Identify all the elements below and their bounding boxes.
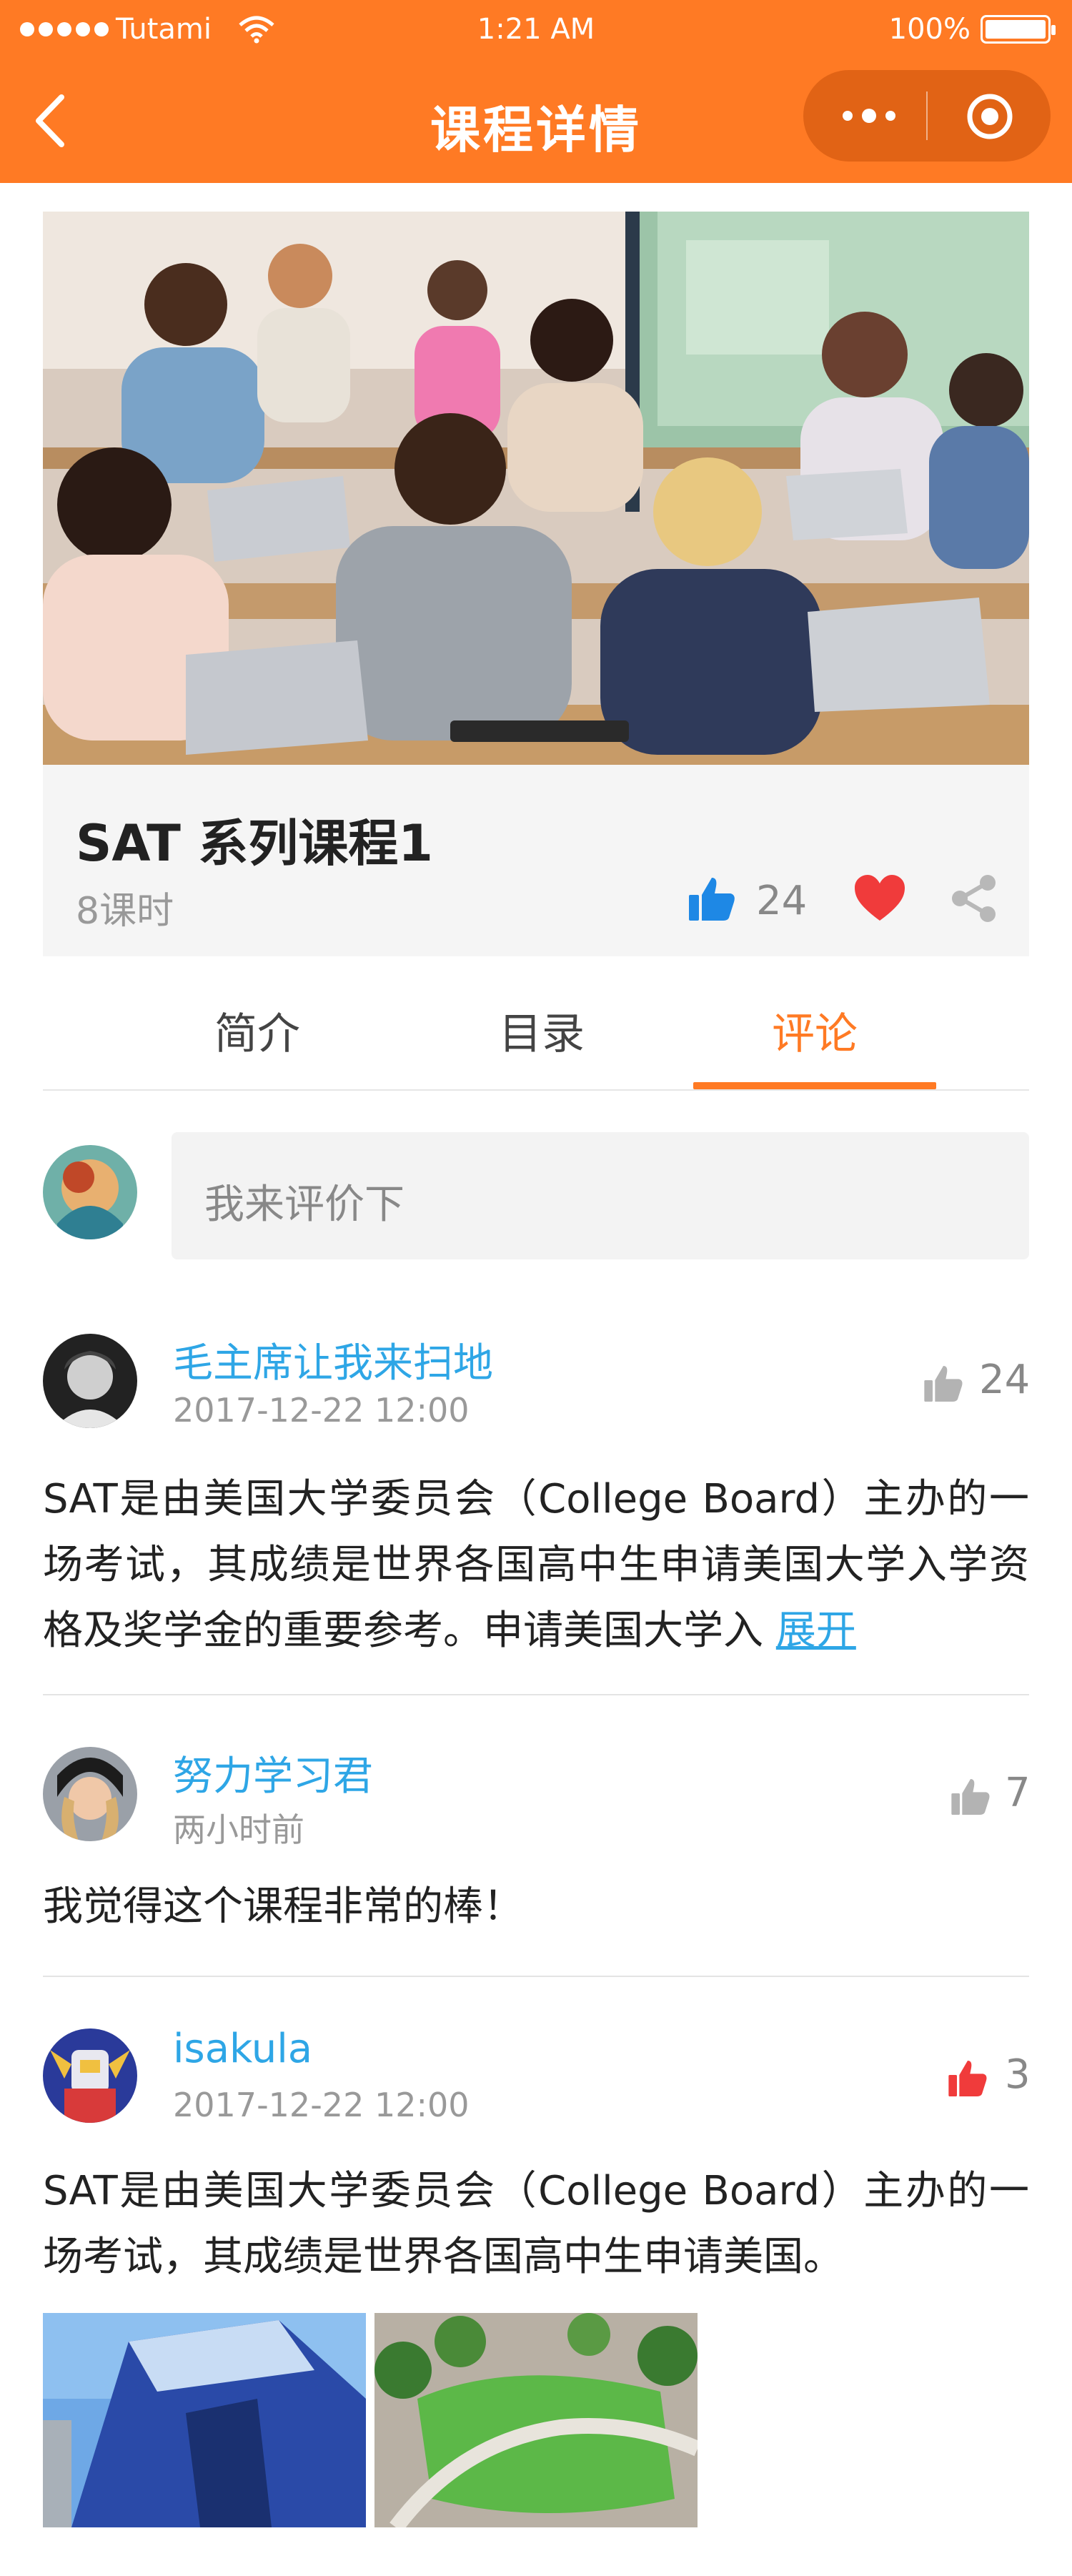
comment-like-count: 24 (979, 1357, 1031, 1403)
comment-text: SAT是由美国大学委员会（College Board）主办的一场考试，其成绩是世… (43, 1467, 1029, 1664)
capsule-divider (926, 91, 928, 140)
comment-like-count: 7 (1005, 1770, 1031, 1816)
divider (43, 1976, 1029, 1977)
tab-comments[interactable]: 评论 (772, 999, 858, 1061)
status-bar: Tutami 1:21 AM 100% (0, 0, 1072, 60)
expand-link[interactable]: 展开 (776, 1607, 856, 1654)
more-dots-icon[interactable] (840, 104, 898, 127)
tab-intro[interactable]: 简介 (214, 999, 300, 1061)
comment-input[interactable]: 我来评价下 (172, 1132, 1029, 1259)
battery-percent: 100% (888, 13, 971, 46)
comment-username[interactable]: 努力学习君 (173, 1744, 373, 1802)
comment-text: SAT是由美国大学委员会（College Board）主办的一场考试，其成绩是世… (43, 2168, 1029, 2280)
comment-image-building[interactable] (43, 2313, 366, 2527)
lesson-count: 8课时 (76, 890, 174, 933)
comment-time: 2017-12-22 12:00 (173, 1391, 470, 1430)
divider (43, 1694, 1029, 1695)
comment-time: 2017-12-22 12:00 (173, 2086, 470, 2124)
thumbs-up-icon[interactable] (922, 1362, 965, 1405)
tab-bar: 简介 目录 评论 (43, 956, 1029, 1091)
comment-text: 我觉得这个课程非常的棒！ (43, 1883, 523, 1930)
comment-like-count: 3 (1005, 2051, 1031, 2098)
share-icon[interactable] (949, 873, 999, 923)
user-avatar[interactable] (43, 2028, 137, 2123)
tab-catalog[interactable]: 目录 (499, 999, 585, 1061)
navigation-bar: 课程详情 (0, 60, 1072, 183)
my-avatar (43, 1145, 137, 1239)
user-avatar[interactable] (43, 1334, 137, 1428)
comment-image-park[interactable] (374, 2313, 698, 2527)
battery-icon (981, 15, 1056, 44)
course-like-count: 24 (756, 878, 808, 924)
user-avatar[interactable] (43, 1747, 137, 1841)
comment-username[interactable]: 毛主席让我来扫地 (173, 1331, 493, 1389)
comment-time: 两小时前 (173, 1810, 304, 1849)
course-info-panel: SAT 系列课程1 8课时 24 (43, 765, 1029, 956)
thumbs-up-icon[interactable] (949, 1775, 992, 1818)
heart-icon[interactable] (853, 873, 906, 923)
course-title: SAT 系列课程1 (76, 814, 433, 873)
top-bar: Tutami 1:21 AM 100% 课程详情 (0, 0, 1072, 183)
mini-program-capsule (803, 70, 1051, 162)
course-cover-image (43, 212, 1029, 765)
active-tab-indicator (693, 1082, 936, 1089)
thumbs-up-icon[interactable] (686, 873, 738, 925)
comment-text-content: SAT是由美国大学委员会（College Board）主办的一场考试，其成绩是世… (43, 1476, 1029, 1654)
target-icon[interactable] (965, 91, 1015, 142)
comment-username[interactable]: isakula (173, 2026, 312, 2072)
thumbs-up-icon[interactable] (946, 2057, 989, 2100)
status-right: 100% (888, 13, 1056, 46)
comment-input-placeholder: 我来评价下 (204, 1182, 405, 1228)
